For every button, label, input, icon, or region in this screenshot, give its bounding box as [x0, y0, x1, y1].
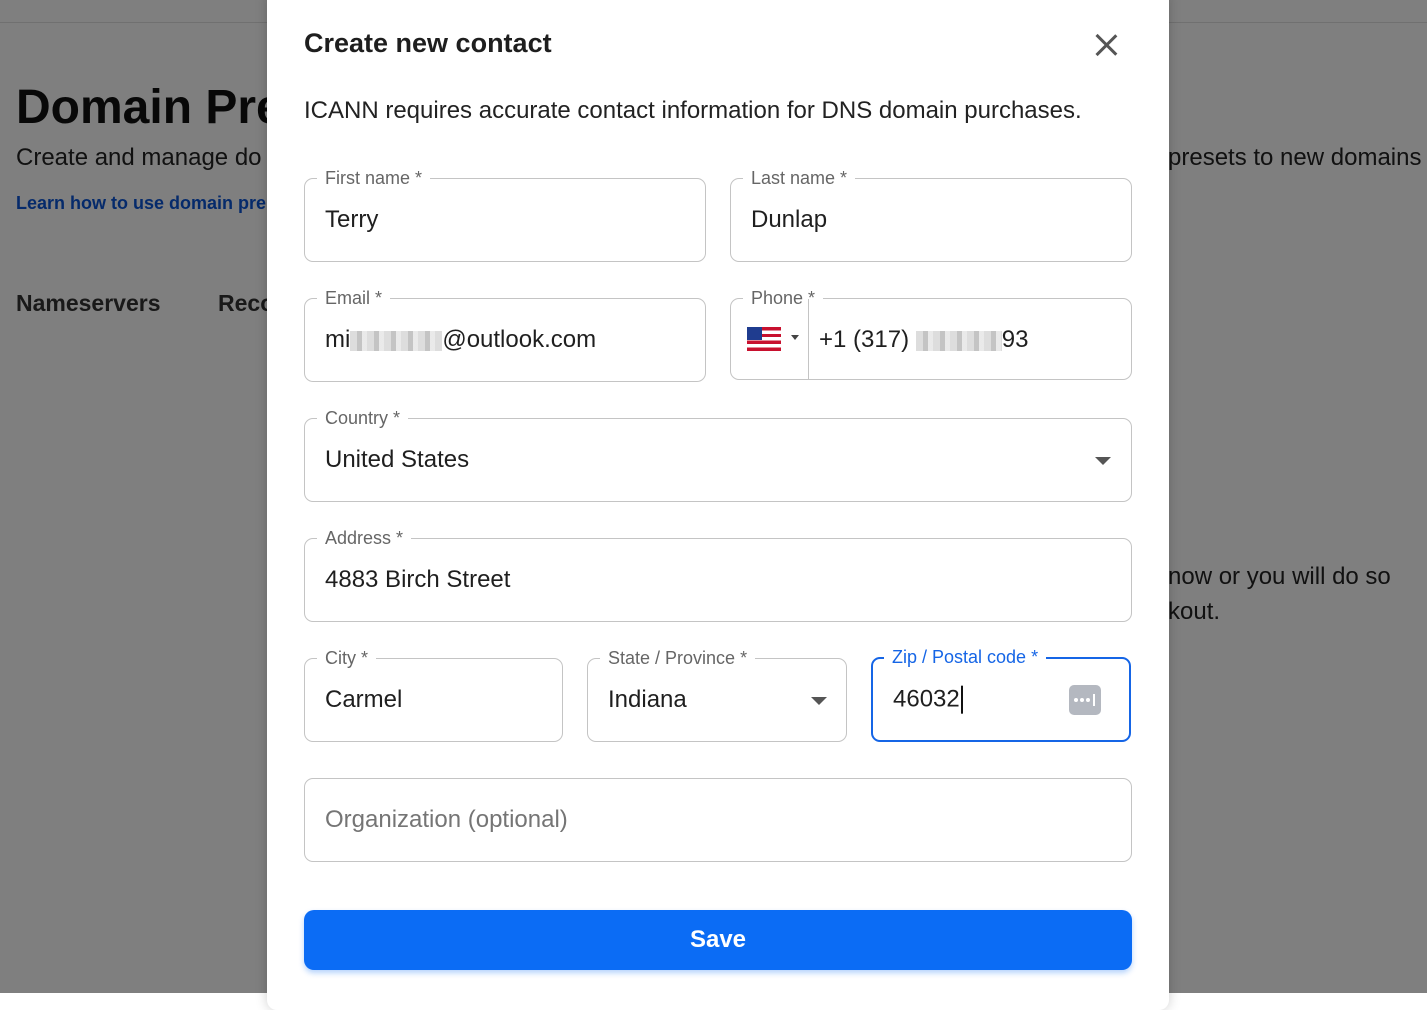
zip-value: 46032 — [893, 685, 963, 714]
email-value: mi @outlook.com — [325, 326, 596, 354]
country-select[interactable]: Country * United States — [304, 406, 1132, 502]
phone-label: Phone * — [743, 286, 824, 310]
country-value: United States — [325, 446, 470, 473]
email-suffix: @outlook.com — [442, 326, 597, 353]
state-value: Indiana — [608, 686, 687, 713]
close-icon[interactable] — [1089, 28, 1123, 62]
phone-value: +1 (317) 93 — [819, 326, 1028, 354]
redacted-text — [915, 330, 1002, 351]
dot — [1086, 697, 1090, 702]
zip-field[interactable]: Zip / Postal code * 46032 — [871, 645, 1131, 742]
us-flag-icon[interactable] — [747, 327, 781, 351]
redacted-text — [350, 330, 443, 351]
address-field[interactable]: Address * 4883 Birch Street — [304, 526, 1132, 622]
first-name-label: First name * — [317, 166, 431, 190]
save-button[interactable]: Save — [304, 910, 1132, 970]
city-label: City * — [317, 646, 377, 670]
dot — [1074, 697, 1078, 702]
state-select[interactable]: State / Province * Indiana — [587, 646, 847, 742]
city-value: Carmel — [325, 686, 403, 713]
phone-divider — [808, 299, 809, 379]
create-contact-modal: Create new contact ICANN requires accura… — [267, 0, 1169, 1010]
chevron-down-icon[interactable] — [811, 697, 827, 705]
organization-field[interactable]: Organization (optional) — [304, 778, 1132, 862]
country-code-dropdown-icon[interactable] — [791, 335, 799, 340]
email-label: Email * — [317, 286, 391, 310]
last-name-value: Dunlap — [751, 206, 828, 233]
last-name-field[interactable]: Last name * Dunlap — [730, 166, 1132, 262]
flag-canton — [747, 327, 762, 340]
text-cursor — [960, 685, 963, 714]
zip-text: 46032 — [893, 685, 960, 713]
modal-description: ICANN requires accurate contact informat… — [304, 97, 1082, 124]
chevron-down-icon[interactable] — [1095, 457, 1111, 465]
dot — [1080, 697, 1084, 702]
password-manager-icon[interactable] — [1069, 684, 1101, 715]
address-value: 4883 Birch Street — [325, 566, 511, 593]
email-prefix: mi — [325, 326, 351, 353]
address-label: Address * — [317, 526, 412, 550]
last-name-label: Last name * — [743, 166, 856, 190]
state-label: State / Province * — [600, 646, 756, 670]
modal-title: Create new contact — [304, 28, 552, 58]
organization-placeholder: Organization (optional) — [325, 806, 568, 833]
phone-field[interactable]: Phone * +1 (317) 93 — [730, 286, 1132, 380]
email-field[interactable]: Email * mi @outlook.com — [304, 286, 706, 382]
zip-label: Zip / Postal code * — [884, 645, 1047, 669]
first-name-value: Terry — [325, 206, 379, 233]
city-field[interactable]: City * Carmel — [304, 646, 563, 742]
first-name-field[interactable]: First name * Terry — [304, 166, 706, 262]
country-label: Country * — [317, 406, 409, 430]
phone-suffix: 93 — [1001, 326, 1029, 353]
bar — [1093, 693, 1095, 706]
phone-prefix: +1 (317) — [819, 326, 916, 353]
